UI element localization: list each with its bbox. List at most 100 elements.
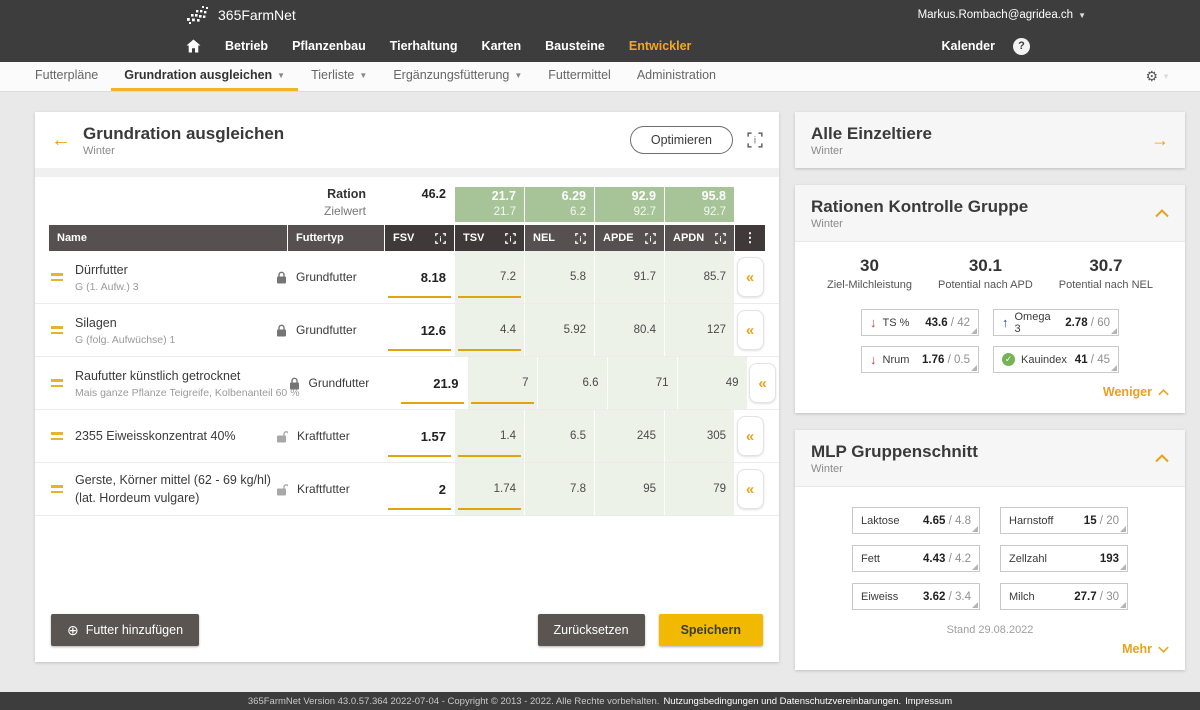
apde-value: 80.4 bbox=[595, 304, 664, 356]
drag-handle-icon[interactable] bbox=[51, 485, 63, 493]
tsv-input[interactable]: 4.4 bbox=[455, 304, 524, 356]
chip-nrum[interactable]: ↓ Nrum 1.76 / 0.5 bbox=[861, 346, 979, 373]
tab-ergaenzungsfuetterung[interactable]: Ergänzungsfütterung ▼ bbox=[380, 62, 535, 91]
tsv-input[interactable]: 1.74 bbox=[455, 463, 524, 515]
fsv-input[interactable]: 21.9 bbox=[398, 357, 467, 409]
add-feed-button[interactable]: ⊕ Futter hinzufügen bbox=[51, 614, 199, 646]
drag-handle-icon[interactable] bbox=[51, 326, 63, 334]
save-button[interactable]: Speichern bbox=[659, 614, 763, 646]
help-icon[interactable]: ? bbox=[1013, 38, 1030, 55]
row-collapse-handle[interactable]: « bbox=[737, 257, 764, 297]
feed-name: Dürrfutter bbox=[75, 263, 128, 277]
reset-button[interactable]: Zurücksetzen bbox=[538, 614, 645, 646]
column-menu-icon[interactable]: ⋮ bbox=[735, 225, 765, 251]
column-header-nel[interactable]: NEL i bbox=[525, 225, 594, 251]
tab-grundration-ausgleichen[interactable]: Grundration ausgleichen ▼ bbox=[111, 62, 298, 91]
footer-link-terms[interactable]: Nutzungsbedingungen und Datenschutzverei… bbox=[663, 696, 901, 707]
optimize-button[interactable]: Optimieren bbox=[630, 126, 733, 154]
chevron-down-icon: ▼ bbox=[514, 71, 522, 80]
info-expand-icon[interactable]: i bbox=[575, 233, 586, 244]
tab-futterplaene[interactable]: Futterpläne bbox=[22, 62, 111, 91]
nel-value: 6.6 bbox=[538, 357, 607, 409]
tsv-input[interactable]: 7 bbox=[468, 357, 537, 409]
nav-item-tierhaltung[interactable]: Tierhaltung bbox=[390, 39, 458, 53]
apdn-value: 127 bbox=[665, 304, 734, 356]
chip-kauindex[interactable]: ✓ Kauindex 41 / 45 bbox=[993, 346, 1119, 373]
chevron-up-icon[interactable] bbox=[1155, 454, 1169, 463]
fsv-input[interactable]: 12.6 bbox=[385, 304, 454, 356]
column-header-futtertyp[interactable]: Futtertyp bbox=[288, 225, 384, 251]
row-collapse-handle[interactable]: « bbox=[737, 310, 764, 350]
info-expand-icon[interactable]: i bbox=[747, 132, 763, 148]
apdn-value: 305 bbox=[665, 410, 734, 462]
svg-text:i: i bbox=[440, 236, 442, 243]
fsv-input[interactable]: 8.18 bbox=[385, 251, 454, 303]
chip-laktose[interactable]: Laktose 4.65 / 4.8 bbox=[852, 507, 980, 534]
info-expand-icon[interactable]: i bbox=[505, 233, 516, 244]
column-header-apdn[interactable]: APDN i bbox=[665, 225, 734, 251]
drag-handle-icon[interactable] bbox=[51, 432, 63, 440]
nav-item-bausteine[interactable]: Bausteine bbox=[545, 39, 605, 53]
chevron-up-icon[interactable] bbox=[1155, 209, 1169, 218]
column-header-apde[interactable]: APDE i bbox=[595, 225, 664, 251]
ration-labels: Ration Zielwert bbox=[49, 187, 384, 222]
weniger-link[interactable]: Weniger bbox=[1103, 385, 1169, 399]
lock-open-icon[interactable] bbox=[276, 483, 288, 496]
row-collapse-handle[interactable]: « bbox=[737, 416, 764, 456]
feed-name: Silagen bbox=[75, 316, 117, 330]
right-sidebar: Alle Einzeltiere Winter → Rationen Kontr… bbox=[795, 112, 1185, 692]
column-header-fsv[interactable]: FSV i bbox=[385, 225, 454, 251]
apde-value: 245 bbox=[595, 410, 664, 462]
settings-menu[interactable]: ⚙ ▼ bbox=[1146, 62, 1200, 91]
info-expand-icon[interactable]: i bbox=[715, 233, 726, 244]
back-arrow-icon[interactable]: ← bbox=[51, 129, 71, 152]
lock-closed-icon[interactable] bbox=[276, 324, 287, 337]
nav-item-pflanzenbau[interactable]: Pflanzenbau bbox=[292, 39, 366, 53]
apdn-value: 49 bbox=[678, 357, 747, 409]
chip-harnstoff[interactable]: Harnstoff 15 / 20 bbox=[1000, 507, 1128, 534]
chip-ts[interactable]: ↓ TS % 43.6 / 42 bbox=[861, 309, 979, 336]
home-icon[interactable] bbox=[186, 39, 201, 53]
nav-item-betrieb[interactable]: Betrieb bbox=[225, 39, 268, 53]
feed-subtitle: G (1. Aufw.) 3 bbox=[75, 281, 139, 293]
lock-closed-icon[interactable] bbox=[289, 377, 300, 390]
info-expand-icon[interactable]: i bbox=[435, 233, 446, 244]
nav-item-karten[interactable]: Karten bbox=[482, 39, 522, 53]
info-expand-icon[interactable]: i bbox=[645, 233, 656, 244]
chip-zellzahl[interactable]: Zellzahl 193 bbox=[1000, 545, 1128, 572]
chip-milch[interactable]: Milch 27.7 / 30 bbox=[1000, 583, 1128, 610]
arrow-right-icon[interactable]: → bbox=[1151, 130, 1169, 151]
feed-type: Kraftfutter bbox=[297, 482, 350, 496]
footer-link-impressum[interactable]: Impressum bbox=[905, 696, 952, 707]
chip-eiweiss[interactable]: Eiweiss 3.62 / 3.4 bbox=[852, 583, 980, 610]
tsv-input[interactable]: 1.4 bbox=[455, 410, 524, 462]
column-header-tsv[interactable]: TSV i bbox=[455, 225, 524, 251]
lock-open-icon[interactable] bbox=[276, 430, 288, 443]
fsv-input[interactable]: 2 bbox=[385, 463, 454, 515]
nav-item-entwickler[interactable]: Entwickler bbox=[629, 39, 692, 53]
chip-fett[interactable]: Fett 4.43 / 4.2 bbox=[852, 545, 980, 572]
row-collapse-handle[interactable]: « bbox=[737, 469, 764, 509]
stat-potential-apd: 30.1 Potential nach APD bbox=[938, 256, 1033, 291]
lock-closed-icon[interactable] bbox=[276, 271, 287, 284]
tab-administration[interactable]: Administration bbox=[624, 62, 729, 91]
tsv-input[interactable]: 7.2 bbox=[455, 251, 524, 303]
tab-futtermittel[interactable]: Futtermittel bbox=[535, 62, 624, 91]
fsv-input[interactable]: 1.57 bbox=[385, 410, 454, 462]
chevron-down-icon: ▼ bbox=[277, 71, 285, 80]
chevron-down-icon: ▼ bbox=[1162, 72, 1170, 81]
drag-handle-icon[interactable] bbox=[51, 273, 63, 281]
drag-handle-icon[interactable] bbox=[51, 379, 63, 387]
row-collapse-handle[interactable]: « bbox=[749, 363, 776, 403]
svg-text:i: i bbox=[720, 236, 722, 243]
tab-tierliste[interactable]: Tierliste ▼ bbox=[298, 62, 380, 91]
svg-text:i: i bbox=[650, 236, 652, 243]
card-title: Alle Einzeltiere bbox=[811, 124, 932, 144]
chip-omega3[interactable]: ↑ Omega 3 2.78 / 60 bbox=[993, 309, 1119, 336]
mehr-link[interactable]: Mehr bbox=[1122, 642, 1169, 656]
kalender-link[interactable]: Kalender bbox=[942, 39, 996, 53]
apdn-value: 85.7 bbox=[665, 251, 734, 303]
user-menu[interactable]: Markus.Rombach@agridea.ch ▼ bbox=[918, 9, 1086, 21]
column-header-name[interactable]: Name bbox=[49, 225, 287, 251]
chevron-down-icon: ▼ bbox=[1078, 11, 1086, 20]
